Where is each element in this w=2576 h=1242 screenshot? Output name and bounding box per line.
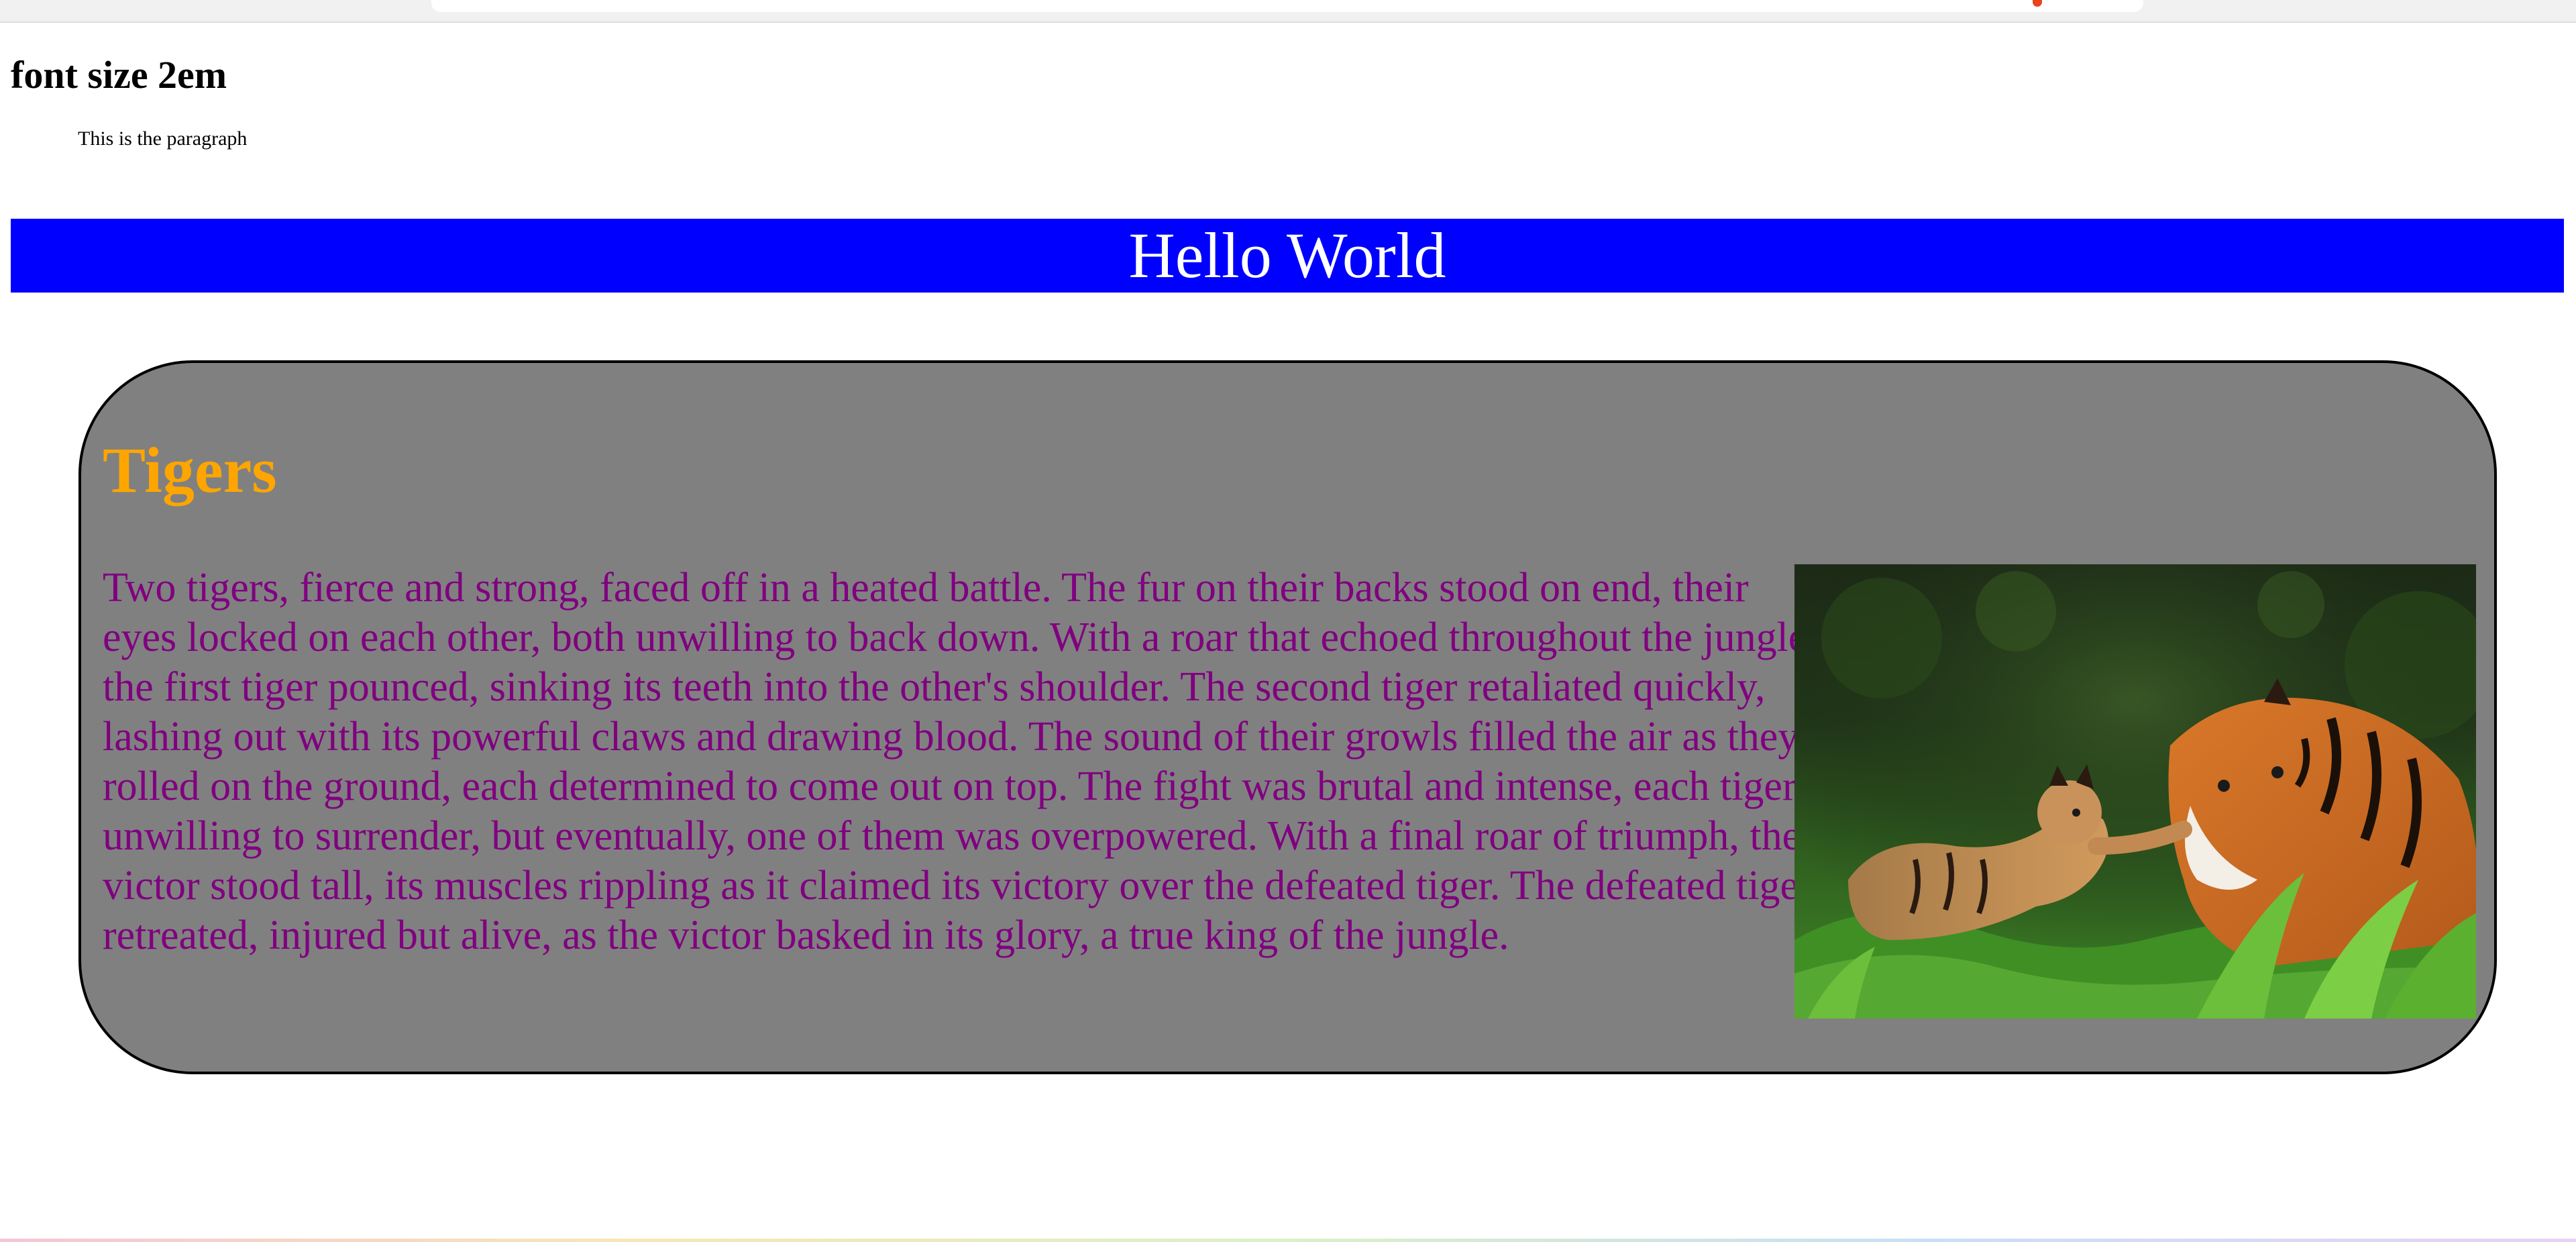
hello-title: Hello World [1128,219,1446,291]
card-text: Two tigers, fierce and strong, faced off… [103,565,1817,958]
card-title: Tigers [103,434,277,506]
browser-top-bar [0,0,2576,23]
tigers-card: Tigers Two tigers, fierce and strong, fa… [78,360,2497,1074]
hello-banner: Hello World [11,219,2564,293]
address-bar[interactable] [431,0,2143,12]
page-heading: font size 2em [11,53,227,97]
bottom-edge-strip [0,1239,2576,1242]
tiger-photo-illustration [1794,564,2476,1019]
tiger-photo [1794,564,2476,1019]
intro-paragraph: This is the paragraph [78,127,248,150]
